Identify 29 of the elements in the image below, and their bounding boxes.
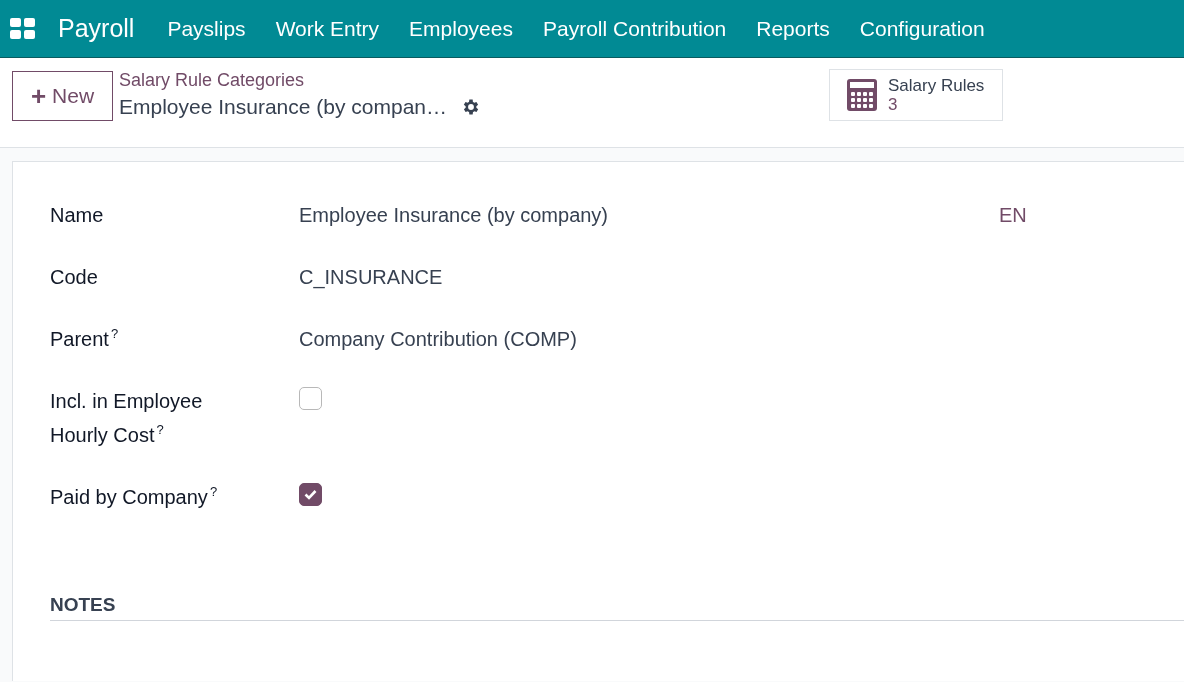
field-label: Parent$^{?}$ [50, 325, 119, 352]
app-grid-icon[interactable] [10, 17, 36, 40]
checkmark-icon [304, 489, 317, 500]
field-label: Incl. in Employee Hourly Cost$^{?}$ [50, 389, 204, 448]
breadcrumb-link[interactable]: Salary Rule Categories [119, 69, 481, 91]
field-label: Name [50, 203, 104, 228]
language-button[interactable]: EN [999, 198, 1184, 260]
field-value[interactable]: Employee Insurance (by company) [299, 198, 999, 260]
record-title: Employee Insurance (by compan… [119, 95, 447, 119]
smart-button-label: Salary Rules [888, 76, 985, 96]
field-label: Paid by Company$^{?}$ [50, 483, 218, 510]
notes-heading: NOTES [50, 594, 116, 615]
field-value[interactable]: C_INSURANCE [299, 260, 999, 322]
nav-menu-item[interactable]: Configuration [844, 16, 1000, 41]
settings-icon[interactable] [461, 97, 481, 117]
nav-menu-item[interactable]: Payroll Contribution [528, 16, 742, 41]
nav-menu-item[interactable]: Payslips [152, 16, 261, 41]
calculator-icon [846, 78, 878, 112]
nav-menu-item[interactable]: Reports [741, 16, 845, 41]
nav-menu-item[interactable]: Employees [394, 16, 528, 41]
field-label: Code [50, 265, 98, 290]
nav-menu-item[interactable]: Work Entry [260, 16, 395, 41]
checkbox[interactable] [299, 387, 322, 410]
checkbox[interactable] [299, 483, 322, 506]
app-name[interactable]: Payroll [58, 14, 135, 43]
smart-button-count: 3 [888, 96, 898, 114]
salary-rules-button[interactable]: Salary Rules 3 [829, 69, 1003, 121]
field-value[interactable]: Company Contribution (COMP) [299, 322, 999, 384]
new-button[interactable]: + New [12, 71, 113, 121]
